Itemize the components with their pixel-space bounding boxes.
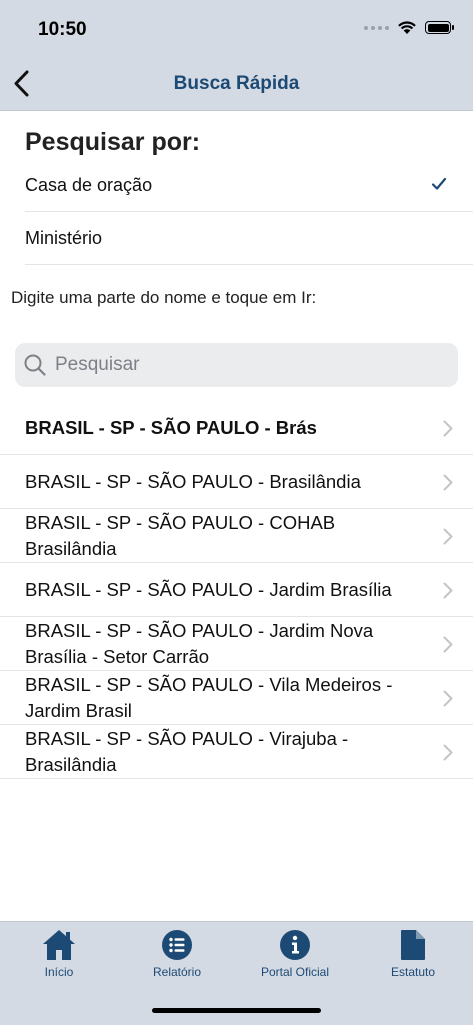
search-icon [24,354,46,376]
chevron-right-icon [443,636,453,653]
status-bar: 10:50 [0,0,473,60]
result-label: BRASIL - SP - SÃO PAULO - Virajuba - Bra… [25,727,349,775]
list-icon [162,930,192,960]
results-list: BRASIL - SP - SÃO PAULO - Brás BRASIL - … [0,401,473,779]
page-title: Busca Rápida [173,73,300,94]
navigation-bar: Busca Rápida [0,60,473,111]
list-item[interactable]: BRASIL - SP - SÃO PAULO - Jardim Brasíli… [0,563,473,617]
search-input[interactable] [53,353,437,377]
list-item[interactable]: BRASIL - SP - SÃO PAULO - Brás [0,401,473,455]
wifi-icon [398,21,416,34]
tab-label: Relatório [152,965,202,979]
chevron-right-icon [443,528,453,545]
chevron-right-icon [443,474,453,491]
option-ministerio[interactable]: Ministério [25,213,473,265]
option-casa-de-oracao[interactable]: Casa de oração [25,160,473,212]
tab-estatuto[interactable]: Estatuto [354,928,472,979]
result-label: BRASIL - SP - SÃO PAULO - Jardim Nova Br… [25,619,374,667]
search-by-title: Pesquisar por: [25,128,201,156]
result-label: BRASIL - SP - SÃO PAULO - Brasilândia [25,470,361,492]
chevron-right-icon [443,744,453,761]
checkmark-icon [431,177,447,190]
home-indicator [152,1008,321,1013]
tab-relatorio[interactable]: Relatório [118,928,236,979]
chevron-right-icon [443,690,453,707]
tab-inicio[interactable]: Início [0,928,118,979]
chevron-right-icon [443,420,453,437]
home-icon [43,930,75,960]
battery-icon [425,21,454,34]
result-label: BRASIL - SP - SÃO PAULO - Vila Medeiros … [25,673,393,721]
option-label: Ministério [25,228,103,248]
list-item[interactable]: BRASIL - SP - SÃO PAULO - Brasilândia [0,455,473,509]
option-label: Casa de oração [25,175,153,195]
tab-label: Início [44,965,74,979]
status-icons [364,20,454,35]
status-time: 10:50 [38,19,87,40]
document-icon [401,930,425,960]
list-item[interactable]: BRASIL - SP - SÃO PAULO - Vila Medeiros … [0,671,473,725]
list-item[interactable]: BRASIL - SP - SÃO PAULO - Jardim Nova Br… [0,617,473,671]
tab-portal-oficial[interactable]: Portal Oficial [236,928,354,979]
instruction-text: Digite uma parte do nome e toque em Ir: [11,288,317,307]
list-item[interactable]: BRASIL - SP - SÃO PAULO - COHAB Brasilân… [0,509,473,563]
list-item[interactable]: BRASIL - SP - SÃO PAULO - Virajuba - Bra… [0,725,473,779]
search-bar[interactable] [15,343,458,387]
tab-label: Estatuto [390,965,436,979]
info-icon [280,930,310,960]
result-label: BRASIL - SP - SÃO PAULO - COHAB Brasilân… [25,511,336,559]
chevron-right-icon [443,582,453,599]
tab-label: Portal Oficial [260,965,330,979]
cellular-signal-icon [364,25,389,30]
result-label: BRASIL - SP - SÃO PAULO - Jardim Brasíli… [25,578,392,600]
result-label: BRASIL - SP - SÃO PAULO - Brás [25,416,317,438]
